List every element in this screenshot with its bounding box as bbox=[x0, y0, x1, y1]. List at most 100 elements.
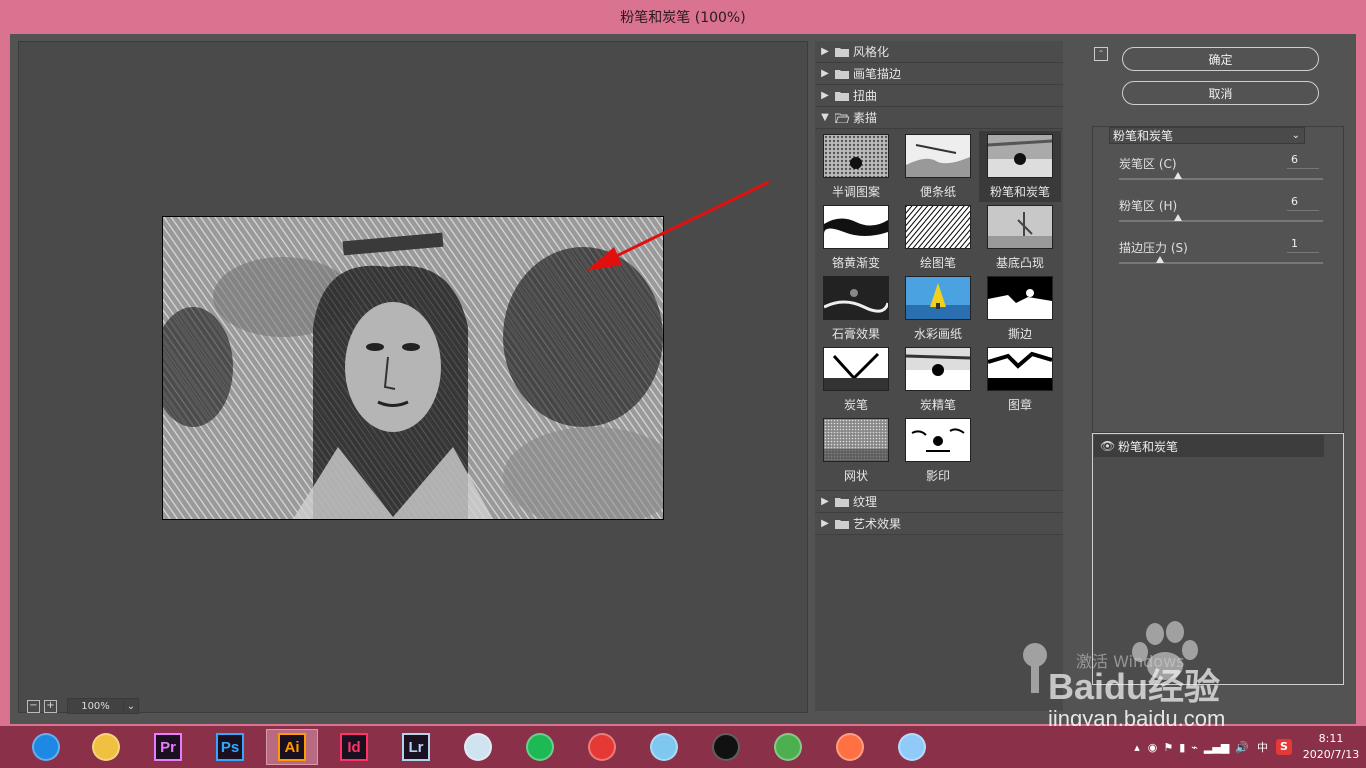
filter-thumb-torn-edges[interactable]: 撕边 bbox=[979, 273, 1061, 344]
slider-knob[interactable] bbox=[1174, 172, 1183, 179]
taskbar-app-button[interactable]: Id bbox=[328, 729, 380, 765]
taskbar-app-button[interactable] bbox=[576, 729, 628, 765]
lightroom-icon: Lr bbox=[402, 733, 430, 761]
qq-tray-icon[interactable]: ◉ bbox=[1148, 741, 1158, 754]
taskbar-app-button[interactable]: Ps bbox=[204, 729, 256, 765]
param-label: 粉笔区 (H) bbox=[1119, 199, 1178, 213]
chrome-icon bbox=[774, 733, 802, 761]
thumbnail-image bbox=[823, 276, 889, 320]
photoshop-icon: Ps bbox=[216, 733, 244, 761]
taskbar-app-button[interactable] bbox=[20, 729, 72, 765]
firefox-icon bbox=[836, 733, 864, 761]
thumbnail-image bbox=[987, 205, 1053, 249]
filter-label: 图章 bbox=[1007, 398, 1032, 412]
filter-thumb-water-paper[interactable]: 水彩画纸 bbox=[897, 273, 979, 344]
filter-select[interactable]: 粉笔和炭笔 ⌄ bbox=[1109, 127, 1305, 144]
taskbar-app-button[interactable] bbox=[824, 729, 876, 765]
file-explorer-icon bbox=[92, 733, 120, 761]
filter-thumb-chrome[interactable]: 铬黄渐变 bbox=[815, 202, 897, 273]
slider-track[interactable] bbox=[1119, 220, 1323, 222]
filter-label: 炭笔 bbox=[843, 398, 868, 412]
taskbar-app-button[interactable] bbox=[80, 729, 132, 765]
slider-track[interactable] bbox=[1119, 178, 1323, 180]
cancel-button[interactable]: 取消 bbox=[1122, 81, 1319, 105]
flag-icon[interactable]: ⚑ bbox=[1163, 741, 1173, 754]
thumbnail-image bbox=[987, 276, 1053, 320]
battery-icon[interactable]: ▮ bbox=[1179, 741, 1185, 754]
param-value-input[interactable]: 6 bbox=[1287, 195, 1319, 211]
ime-indicator[interactable]: 中 bbox=[1257, 739, 1268, 755]
category-distort[interactable]: ▶ 扭曲 bbox=[815, 85, 1063, 107]
category-stylize[interactable]: ▶ 风格化 bbox=[815, 41, 1063, 63]
folder-icon bbox=[835, 497, 849, 507]
filter-thumb-graphic-pen[interactable]: 绘图笔 bbox=[897, 202, 979, 273]
signal-icon[interactable]: ▂▄▆ bbox=[1204, 741, 1229, 754]
taskbar-app-button[interactable] bbox=[514, 729, 566, 765]
sogou-ime-icon[interactable]: S bbox=[1276, 739, 1292, 755]
filter-thumb-bas-relief[interactable]: 基底凸现 bbox=[979, 202, 1061, 273]
taskbar-app-button[interactable] bbox=[700, 729, 752, 765]
tray-overflow-icon[interactable]: ▴ bbox=[1134, 741, 1140, 754]
slider-knob[interactable] bbox=[1174, 214, 1183, 221]
category-texture[interactable]: ▶ 纹理 bbox=[815, 490, 1063, 513]
filter-label: 粉笔和炭笔 bbox=[989, 185, 1050, 199]
thumbnail-image bbox=[905, 276, 971, 320]
thumbnail-image bbox=[905, 418, 971, 462]
category-label: 风格化 bbox=[853, 45, 890, 59]
zoom-in-button[interactable]: + bbox=[44, 699, 57, 713]
filter-thumb-reticulation[interactable]: 网状 bbox=[815, 415, 897, 486]
green-app-icon bbox=[526, 733, 554, 761]
taskbar-app-button[interactable]: Pr bbox=[142, 729, 194, 765]
filter-thumb-plaster[interactable]: 石膏效果 bbox=[815, 273, 897, 344]
usb-icon[interactable]: ⌁ bbox=[1191, 741, 1198, 754]
taskbar-app-button[interactable]: Ai bbox=[266, 729, 318, 765]
preview-pane[interactable]: − + 100% ⌄ bbox=[18, 41, 808, 714]
filter-thumb-halftone[interactable]: 半调图案 bbox=[815, 131, 897, 202]
thumbnail-image bbox=[905, 134, 971, 178]
collapse-gallery-icon[interactable]: ⌃ bbox=[1094, 47, 1108, 61]
baidu-brand-text: Baidu经验 bbox=[1048, 666, 1221, 707]
sketch-filter-grid: 半调图案 便条纸 粉笔和炭笔 铬黄渐变 绘图笔 基底凸现 石膏效果 水彩画纸 撕… bbox=[815, 129, 1063, 490]
category-label: 艺术效果 bbox=[853, 517, 902, 531]
folder-open-icon bbox=[835, 113, 849, 123]
effect-layer-item[interactable]: 👁 粉笔和炭笔 bbox=[1094, 435, 1324, 457]
filter-thumb-charcoal[interactable]: 炭笔 bbox=[815, 344, 897, 415]
filter-thumb-photocopy[interactable]: 影印 bbox=[897, 415, 979, 486]
category-brush-strokes[interactable]: ▶ 画笔描边 bbox=[815, 63, 1063, 85]
cat-app-icon bbox=[650, 733, 678, 761]
taskbar-app-button[interactable] bbox=[762, 729, 814, 765]
filter-thumb-conte-crayon[interactable]: 炭精笔 bbox=[897, 344, 979, 415]
category-artistic[interactable]: ▶ 艺术效果 bbox=[815, 513, 1063, 535]
param-value-input[interactable]: 1 bbox=[1287, 237, 1319, 253]
taskbar-app-button[interactable] bbox=[886, 729, 938, 765]
illustrator-icon: Ai bbox=[278, 733, 306, 761]
thumbnail-image bbox=[987, 347, 1053, 391]
volume-icon[interactable]: 🔊 bbox=[1235, 741, 1249, 754]
clock[interactable]: 8:11 2020/7/13 bbox=[1296, 731, 1366, 763]
param-value-input[interactable]: 6 bbox=[1287, 153, 1319, 169]
filter-thumb-stamp[interactable]: 图章 bbox=[979, 344, 1061, 415]
taskbar-app-button[interactable] bbox=[638, 729, 690, 765]
zoom-select[interactable]: 100% ⌄ bbox=[67, 698, 139, 714]
filter-thumb-chalk-charcoal[interactable]: 粉笔和炭笔 bbox=[979, 131, 1061, 202]
folder-icon bbox=[835, 69, 849, 79]
slider-track[interactable] bbox=[1119, 262, 1323, 264]
slider-knob[interactable] bbox=[1155, 256, 1164, 263]
thumbnail-image bbox=[823, 418, 889, 462]
clock-time: 8:11 bbox=[1318, 732, 1344, 745]
ok-button[interactable]: 确定 bbox=[1122, 47, 1319, 71]
chevron-down-icon: ⌄ bbox=[1291, 130, 1300, 141]
category-sketch[interactable]: ▼ 素描 bbox=[815, 107, 1063, 129]
taskbar-app-button[interactable] bbox=[452, 729, 504, 765]
chevron-down-icon: ⌄ bbox=[123, 700, 138, 712]
zoom-out-button[interactable]: − bbox=[27, 699, 40, 713]
eye-icon[interactable]: 👁 bbox=[1100, 439, 1118, 453]
filter-params-box: 粉笔和炭笔 ⌄ 炭笔区 (C) 6 粉笔区 (H) 6 描边压力 (S) 1 bbox=[1092, 126, 1344, 433]
window-titlebar: 粉笔和炭笔 (100%) bbox=[0, 0, 1366, 34]
taskbar-app-button[interactable]: Lr bbox=[390, 729, 442, 765]
zoom-value: 100% bbox=[81, 700, 110, 712]
video-editor-icon bbox=[464, 733, 492, 761]
filter-thumb-note-paper[interactable]: 便条纸 bbox=[897, 131, 979, 202]
settings-panel: ⌃ 确定 取消 粉笔和炭笔 ⌄ 炭笔区 (C) 6 粉笔区 (H) 6 描边压力… bbox=[1090, 41, 1350, 711]
annotation-arrow bbox=[586, 180, 770, 271]
